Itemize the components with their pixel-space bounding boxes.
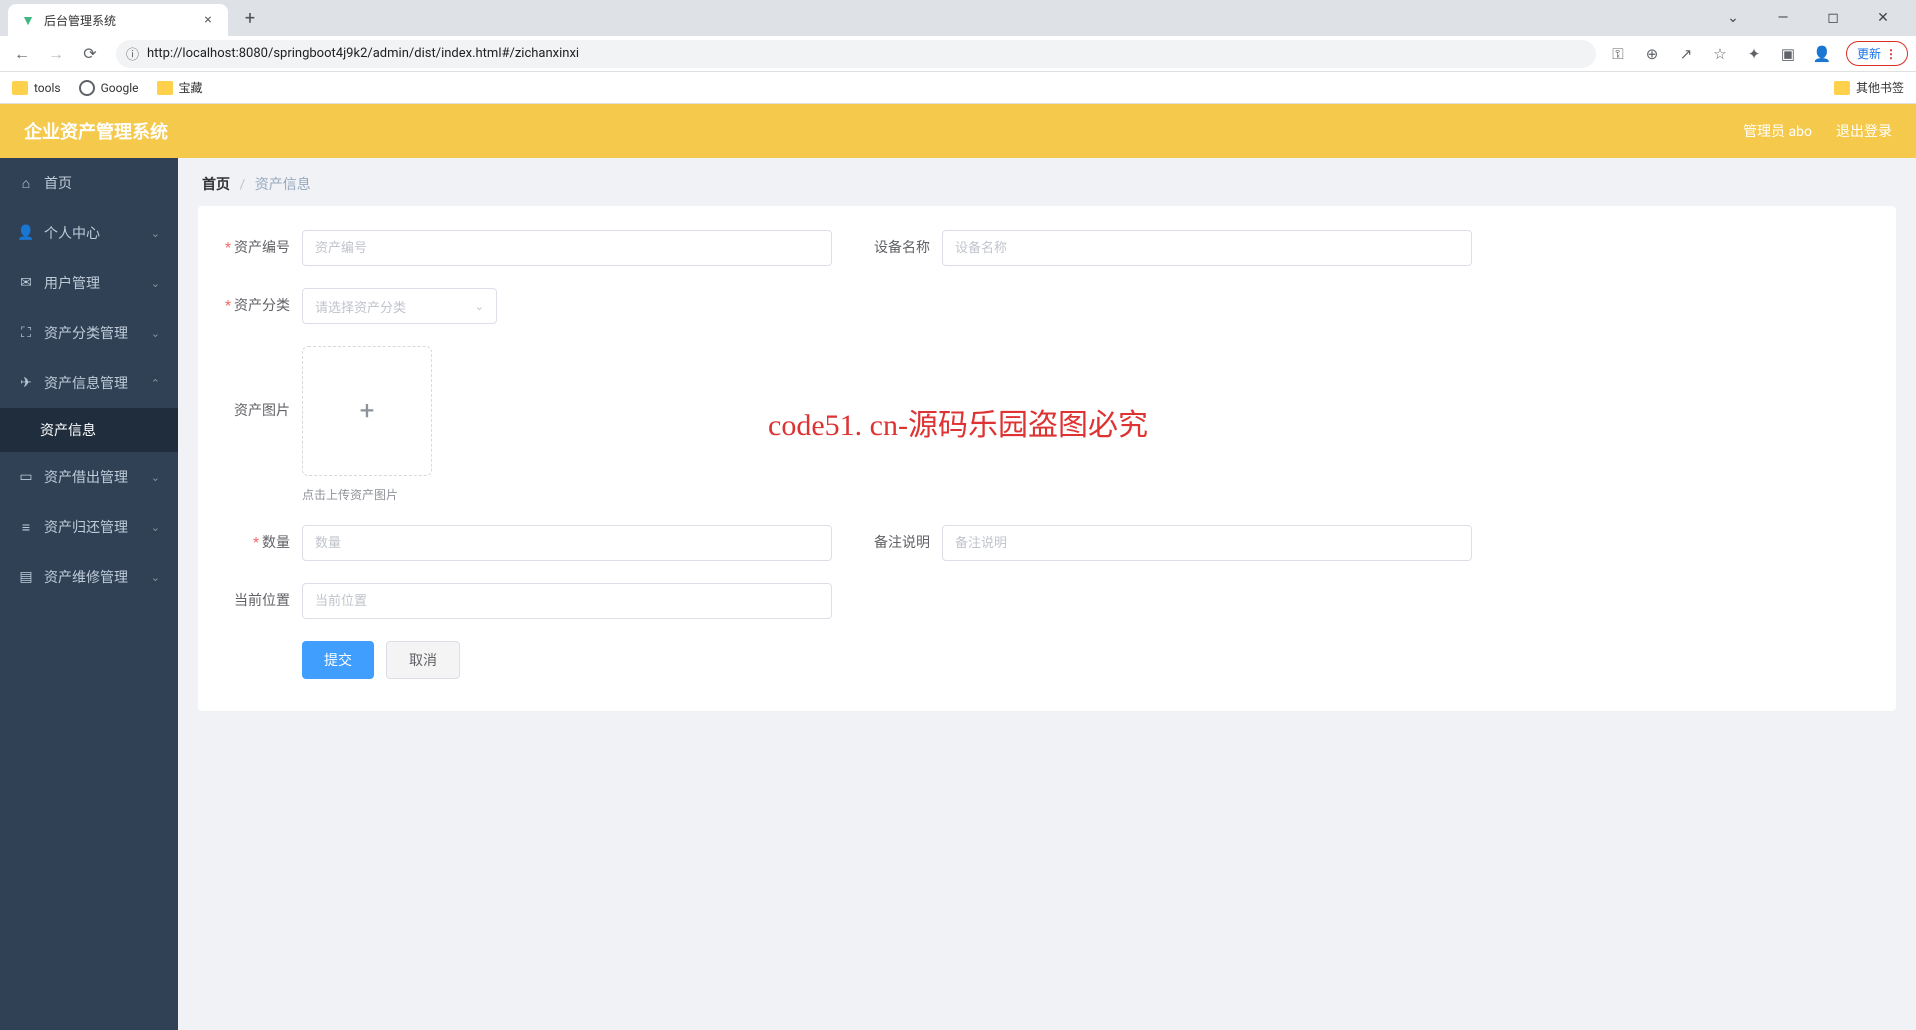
- logout-link[interactable]: 退出登录: [1836, 121, 1892, 141]
- new-tab-button[interactable]: +: [236, 4, 264, 32]
- chevron-down-icon: ⌄: [151, 227, 160, 240]
- browser-chrome: ▼ 后台管理系统 × + ⌄ — ◻ ✕ ← → ⟳ ⓘ http://loca…: [0, 0, 1916, 104]
- bookmark-treasure[interactable]: 宝藏: [157, 79, 203, 96]
- other-bookmarks[interactable]: 其他书签: [1834, 79, 1904, 96]
- chevron-down-icon: ⌄: [151, 471, 160, 484]
- category-select[interactable]: 请选择资产分类 ⌄: [302, 288, 497, 324]
- chevron-down-icon: ⌄: [475, 300, 484, 313]
- sidepanel-icon[interactable]: ▣: [1778, 44, 1798, 64]
- update-button[interactable]: 更新 ⋮: [1846, 41, 1908, 66]
- window-controls: ⌄ — ◻ ✕: [1718, 3, 1908, 33]
- bookmark-google[interactable]: Google: [79, 80, 139, 96]
- home-icon: ⌂: [18, 175, 34, 192]
- fullscreen-icon: ⛶: [18, 325, 34, 341]
- asset-no-label: *资产编号: [222, 230, 302, 266]
- sidebar-subitem-asset-info[interactable]: 资产信息: [0, 408, 178, 452]
- maximize-icon[interactable]: ◻: [1818, 3, 1848, 33]
- cancel-button[interactable]: 取消: [386, 641, 460, 679]
- dropdown-icon[interactable]: ⌄: [1718, 3, 1748, 33]
- folder-icon: [157, 81, 173, 95]
- sidebar-item-user-mgmt[interactable]: ✉ 用户管理 ⌄: [0, 258, 178, 308]
- upload-hint: 点击上传资产图片: [302, 486, 432, 503]
- chevron-down-icon: ⌄: [151, 327, 160, 340]
- vue-favicon-icon: ▼: [20, 12, 36, 28]
- profile-icon[interactable]: 👤: [1812, 44, 1832, 64]
- asset-no-input[interactable]: [302, 230, 832, 266]
- bookmark-icon[interactable]: ☆: [1710, 44, 1730, 64]
- plus-icon: +: [360, 396, 375, 426]
- menu-dots-icon: ⋮: [1885, 47, 1897, 61]
- sidebar-item-info[interactable]: ✈ 资产信息管理 ⌃: [0, 358, 178, 408]
- quantity-input[interactable]: [302, 525, 832, 561]
- submit-button[interactable]: 提交: [302, 641, 374, 679]
- tab-bar: ▼ 后台管理系统 × + ⌄ — ◻ ✕: [0, 0, 1916, 36]
- chevron-down-icon: ⌄: [151, 571, 160, 584]
- url-bar[interactable]: ⓘ http://localhost:8080/springboot4j9k2/…: [116, 40, 1596, 68]
- chevron-down-icon: ⌄: [151, 521, 160, 534]
- folder-icon: [1834, 81, 1850, 95]
- user-label[interactable]: 管理员 abo: [1743, 121, 1812, 141]
- sidebar-item-return[interactable]: ≡ 资产归还管理 ⌄: [0, 502, 178, 552]
- doc-icon: ▤: [18, 569, 34, 585]
- breadcrumb: 首页 / 资产信息: [178, 158, 1916, 206]
- extensions-icon[interactable]: ✦: [1744, 44, 1764, 64]
- share-icon[interactable]: ↗: [1676, 44, 1696, 64]
- folder-icon: [12, 81, 28, 95]
- site-info-icon[interactable]: ⓘ: [126, 44, 139, 63]
- sidebar-item-category[interactable]: ⛶ 资产分类管理 ⌄: [0, 308, 178, 358]
- reload-button[interactable]: ⟳: [76, 40, 104, 68]
- breadcrumb-home[interactable]: 首页: [202, 177, 230, 193]
- card-icon: ▭: [18, 469, 34, 485]
- key-icon[interactable]: ⚿: [1608, 44, 1628, 64]
- chevron-down-icon: ⌄: [151, 277, 160, 290]
- app-root: 企业资产管理系统 管理员 abo 退出登录 ⌂ 首页 👤 个人中心 ⌄ ✉ 用户…: [0, 104, 1916, 1030]
- breadcrumb-current: 资产信息: [255, 177, 311, 193]
- forward-button: →: [42, 40, 70, 68]
- device-name-input[interactable]: [942, 230, 1472, 266]
- google-icon: [79, 80, 95, 96]
- quantity-label: *数量: [222, 525, 302, 561]
- tab-title: 后台管理系统: [44, 12, 192, 29]
- browser-tab[interactable]: ▼ 后台管理系统 ×: [8, 4, 228, 36]
- app-topbar: 企业资产管理系统 管理员 abo 退出登录: [0, 104, 1916, 158]
- device-name-label: 设备名称: [862, 230, 942, 266]
- user-icon: 👤: [18, 225, 34, 241]
- chevron-up-icon: ⌃: [151, 377, 160, 390]
- location-label: 当前位置: [222, 583, 302, 619]
- url-text: http://localhost:8080/springboot4j9k2/ad…: [147, 46, 1586, 61]
- remark-label: 备注说明: [862, 525, 942, 561]
- back-button[interactable]: ←: [8, 40, 36, 68]
- app-title: 企业资产管理系统: [24, 118, 168, 144]
- minimize-icon[interactable]: —: [1768, 3, 1798, 33]
- asset-form: *资产编号 设备名称 *资产分类 请选择资产分类 ⌄: [198, 206, 1896, 711]
- mail-icon: ✉: [18, 275, 34, 291]
- close-window-icon[interactable]: ✕: [1868, 3, 1898, 33]
- bookmark-tools[interactable]: tools: [12, 81, 61, 95]
- main-content: 首页 / 资产信息 *资产编号 设备名称 *资产: [178, 158, 1916, 1030]
- sidebar: ⌂ 首页 👤 个人中心 ⌄ ✉ 用户管理 ⌄ ⛶ 资产分类管理 ⌄ ✈ 资产信息…: [0, 158, 178, 1030]
- address-bar: ← → ⟳ ⓘ http://localhost:8080/springboot…: [0, 36, 1916, 72]
- zoom-icon[interactable]: ⊕: [1642, 44, 1662, 64]
- location-input[interactable]: [302, 583, 832, 619]
- sidebar-item-home[interactable]: ⌂ 首页: [0, 158, 178, 208]
- close-tab-icon[interactable]: ×: [200, 12, 216, 28]
- category-label: *资产分类: [222, 288, 302, 324]
- sidebar-item-lend[interactable]: ▭ 资产借出管理 ⌄: [0, 452, 178, 502]
- bookmark-bar: tools Google 宝藏 其他书签: [0, 72, 1916, 104]
- sidebar-item-repair[interactable]: ▤ 资产维修管理 ⌄: [0, 552, 178, 602]
- plane-icon: ✈: [18, 375, 34, 391]
- list-icon: ≡: [18, 519, 34, 536]
- remark-input[interactable]: [942, 525, 1472, 561]
- image-upload[interactable]: +: [302, 346, 432, 476]
- sidebar-item-personal[interactable]: 👤 个人中心 ⌄: [0, 208, 178, 258]
- image-label: 资产图片: [222, 346, 302, 476]
